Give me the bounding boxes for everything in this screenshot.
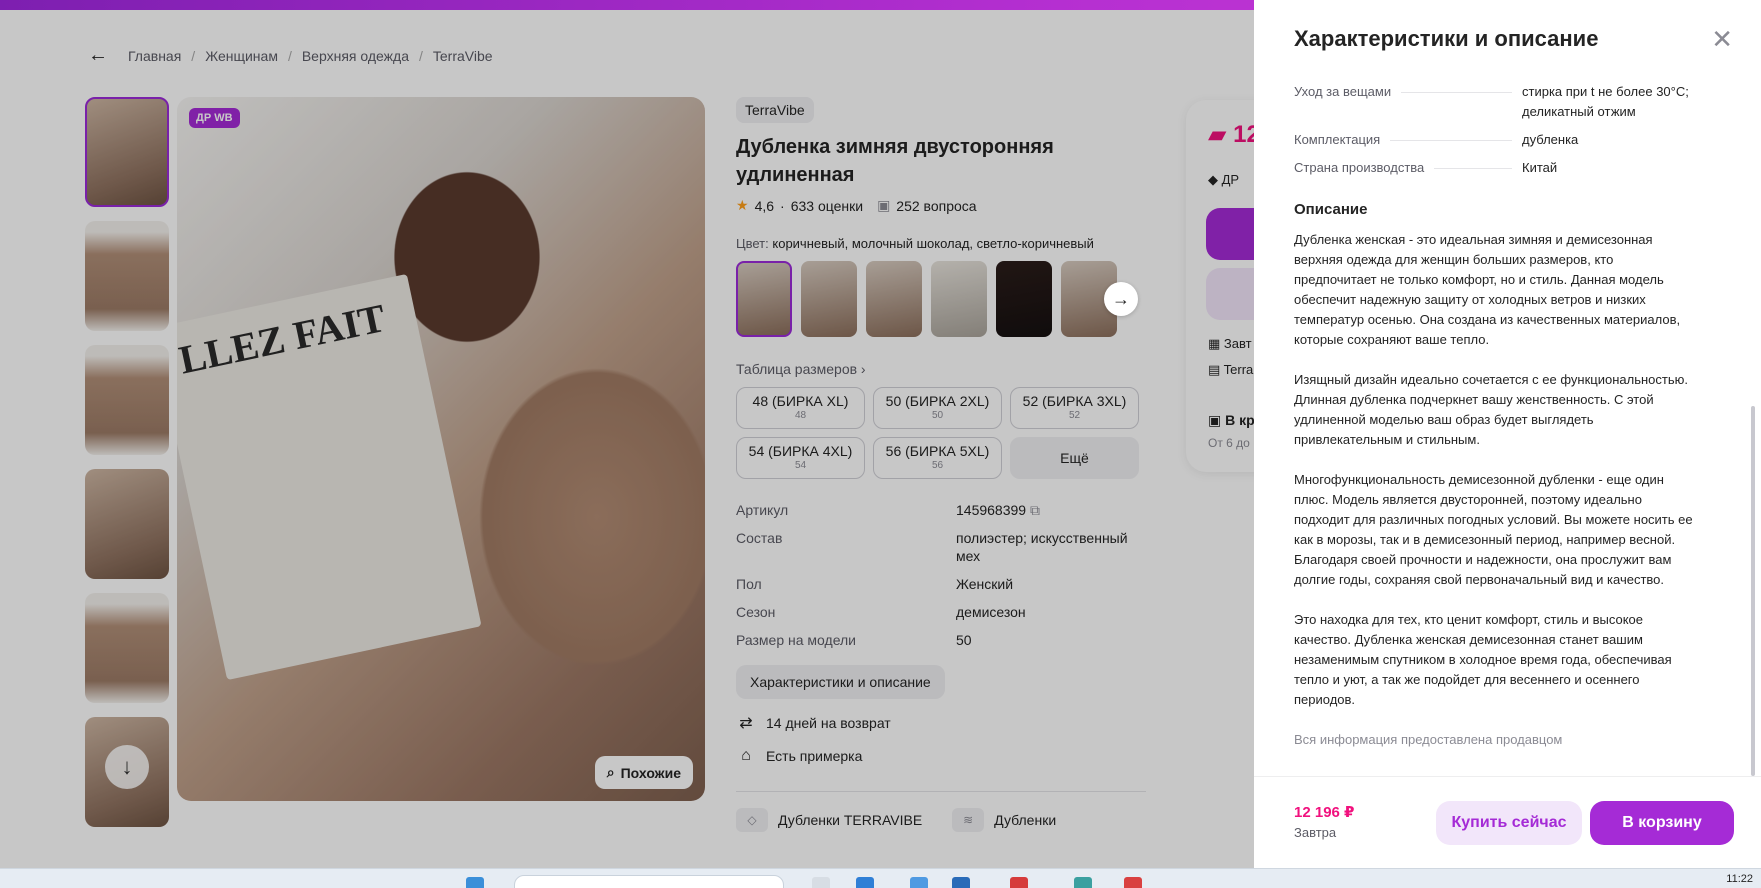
app-icon[interactable] [910, 877, 928, 888]
chevron-right-icon[interactable]: → [1104, 282, 1138, 316]
characteristic-key-text: Страна производства [1294, 160, 1425, 175]
description-paragraph: Это находка для тех, кто ценит комфорт, … [1294, 612, 1672, 707]
characteristic-value: стирка при t не более 30°C; деликатный о… [1522, 84, 1689, 119]
footer-delivery: Завтра [1294, 825, 1337, 840]
taskbar-clock: 11:22 [1726, 873, 1753, 885]
panel-scrollbar[interactable] [1751, 406, 1755, 776]
close-icon[interactable]: ✕ [1711, 26, 1733, 52]
characteristic-row: Уход за вещами стирка при t не более 30°C… [1294, 82, 1714, 122]
app-icon[interactable] [856, 877, 874, 888]
app-icon[interactable] [1074, 877, 1092, 888]
buy-now-button[interactable]: Купить сейчас [1436, 801, 1582, 845]
footer-price: 12 196 ₽ [1294, 804, 1355, 821]
windows-icon[interactable] [466, 877, 484, 888]
description-paragraph: Дубленка женская - это идеальная зимняя … [1294, 232, 1681, 347]
description-paragraph: Изящный дизайн идеально сочетается с ее … [1294, 372, 1688, 447]
characteristics-panel: Характеристики и описание ✕ Уход за веща… [1254, 0, 1761, 868]
taskbar-search[interactable] [514, 875, 784, 888]
characteristic-value: Китай [1522, 160, 1558, 175]
taskbar: 11:22 [0, 868, 1761, 888]
characteristic-key-text: Уход за вещами [1294, 84, 1392, 99]
dotted-line [1401, 92, 1512, 93]
characteristic-key-text: Комплектация [1294, 132, 1381, 147]
app-icon[interactable] [1124, 877, 1142, 888]
panel-title: Характеристики и описание [1294, 26, 1599, 51]
panel-body: Уход за вещами стирка при t не более 30°C… [1294, 82, 1714, 750]
description-heading: Описание [1294, 201, 1368, 218]
app-icon[interactable] [952, 877, 970, 888]
dotted-line [1434, 168, 1512, 169]
characteristic-key: Комплектация [1294, 130, 1522, 150]
browser-icon[interactable] [1010, 877, 1028, 888]
add-to-cart-button[interactable]: В корзину [1590, 801, 1734, 845]
panel-footer: 12 196 ₽ Завтра Купить сейчас В корзину [1254, 776, 1761, 868]
app-icon[interactable] [812, 877, 830, 888]
characteristic-row: Страна производства Китай [1294, 158, 1714, 178]
description-paragraph: Многофункциональность демисезонной дубле… [1294, 472, 1693, 587]
characteristic-key: Страна производства [1294, 158, 1522, 178]
seller-note: Вся информация предоставлена продавцом [1294, 732, 1563, 747]
characteristic-value: дубленка [1522, 132, 1579, 147]
modal-backdrop[interactable] [0, 10, 1254, 868]
characteristic-row: Комплектация дубленка [1294, 130, 1714, 150]
dotted-line [1390, 140, 1512, 141]
characteristic-key: Уход за вещами [1294, 82, 1522, 122]
